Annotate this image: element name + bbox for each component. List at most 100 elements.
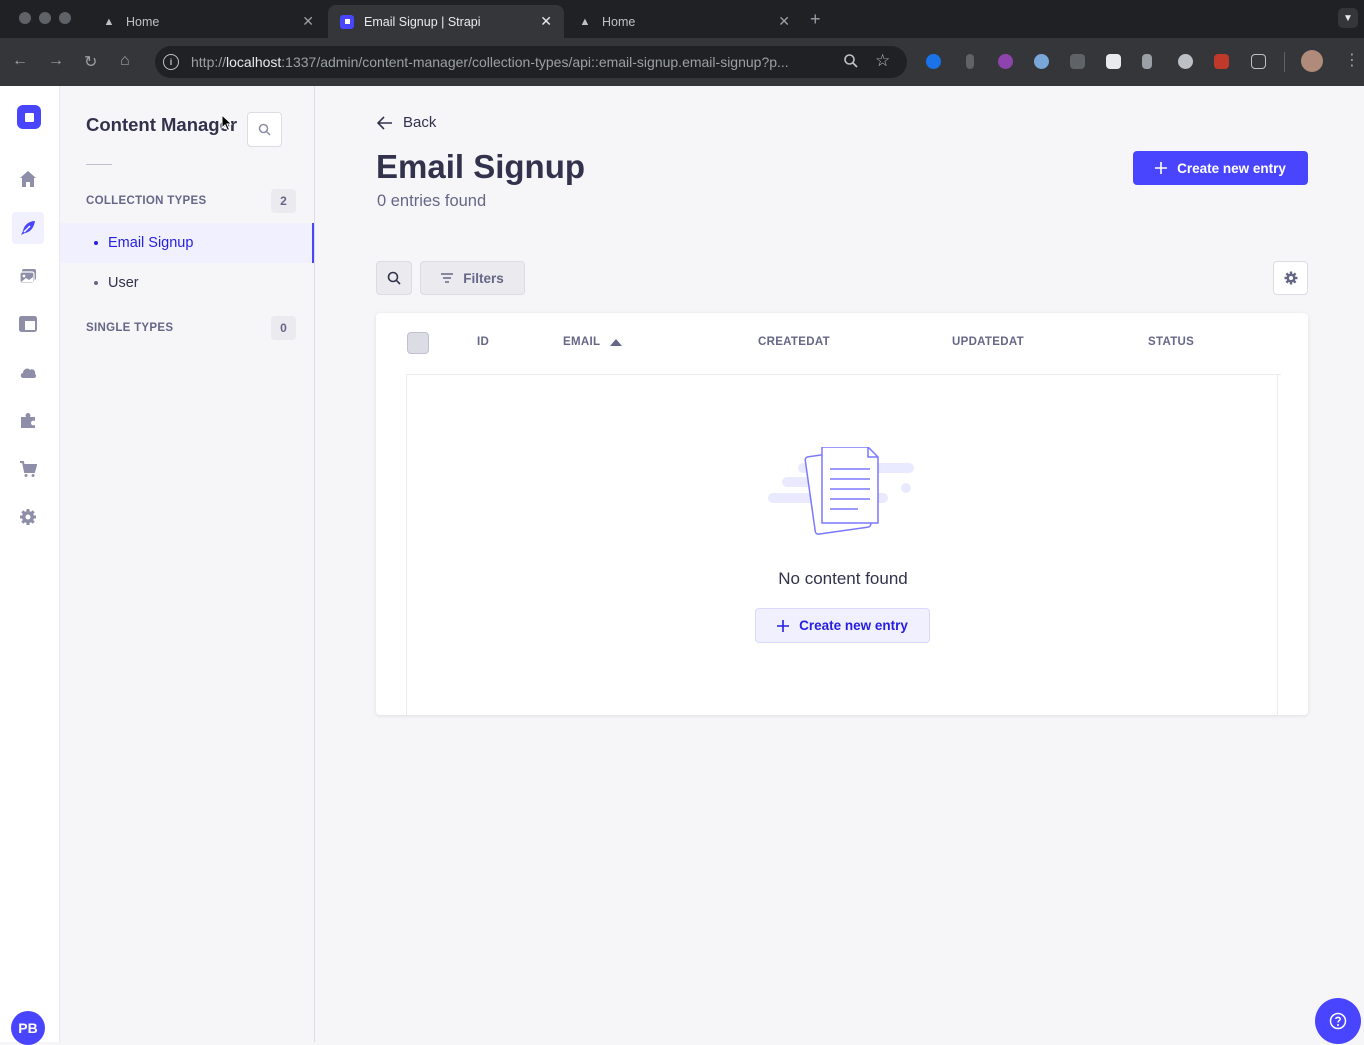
- browser-tab-home-2[interactable]: ▲ Home ✕: [566, 5, 802, 38]
- table-header-row: ID EMAIL CREATEDAT UPDATEDAT STATUS: [406, 313, 1281, 375]
- help-button[interactable]: [1315, 998, 1361, 1044]
- extension-icon[interactable]: [1178, 54, 1193, 69]
- single-types-heading[interactable]: SINGLE TYPES: [86, 322, 173, 334]
- extension-icon[interactable]: [1070, 54, 1085, 69]
- empty-create-label: Create new entry: [799, 618, 908, 633]
- extension-icon[interactable]: [998, 54, 1013, 69]
- tab-title: Home: [126, 14, 160, 29]
- create-label: Create new entry: [1177, 160, 1286, 176]
- column-header-createdat[interactable]: CREATEDAT: [758, 336, 830, 348]
- sort-ascending-icon: [610, 338, 623, 346]
- empty-documents-icon: [768, 447, 914, 535]
- browser-chrome: ▲ Home ✕ Email Signup | Strapi ✕ ▲ Home …: [0, 0, 1364, 86]
- extension-icon[interactable]: [1214, 54, 1229, 69]
- address-bar[interactable]: i http://localhost:1337/admin/content-ma…: [155, 46, 907, 78]
- plus-icon: [1155, 162, 1168, 174]
- tab-search-chevron-icon[interactable]: ▼: [1338, 8, 1358, 28]
- kebab-menu-icon[interactable]: ⋮: [1344, 50, 1360, 70]
- forward-arrow-icon[interactable]: →: [48, 52, 64, 70]
- question-icon: [1329, 1012, 1347, 1030]
- marketplace-cart-icon[interactable]: [12, 453, 44, 485]
- subnav-item-email-signup[interactable]: Email Signup: [60, 223, 314, 263]
- back-link[interactable]: Back: [377, 114, 436, 131]
- zoom-icon[interactable]: [843, 53, 859, 73]
- back-label: Back: [403, 114, 437, 131]
- content-manager-subnav: Content Manager COLLECTION TYPES 2 Email…: [60, 86, 315, 1042]
- subnav-item-label: Email Signup: [108, 235, 194, 251]
- close-tab-icon[interactable]: ✕: [302, 13, 314, 30]
- bullet-dot: [94, 241, 98, 245]
- new-tab-button[interactable]: +: [810, 9, 821, 30]
- cloud-icon[interactable]: [12, 356, 44, 388]
- column-header-id[interactable]: ID: [477, 336, 489, 348]
- collection-types-count-badge: 2: [271, 189, 296, 213]
- table-search-button[interactable]: [376, 261, 412, 295]
- content-manager-icon[interactable]: [12, 212, 44, 244]
- reload-icon[interactable]: ↻: [84, 52, 97, 72]
- collection-types-heading[interactable]: COLLECTION TYPES: [86, 195, 206, 207]
- subnav-search-button[interactable]: [247, 112, 282, 147]
- home-browser-icon[interactable]: ⌂: [120, 52, 130, 70]
- browser-tab-home-1[interactable]: ▲ Home ✕: [90, 5, 326, 38]
- empty-state: No content found Create new entry: [406, 375, 1278, 715]
- minimize-window-button[interactable]: [39, 12, 51, 24]
- subnav-item-user[interactable]: User: [60, 263, 314, 303]
- close-tab-icon[interactable]: ✕: [778, 13, 790, 30]
- tab-strip: ▲ Home ✕ Email Signup | Strapi ✕ ▲ Home …: [0, 0, 1364, 38]
- table-settings-button[interactable]: [1273, 261, 1308, 295]
- back-arrow-icon[interactable]: ←: [12, 52, 28, 70]
- user-avatar[interactable]: PB: [11, 1011, 45, 1045]
- extension-icon[interactable]: [926, 54, 941, 69]
- extension-icon[interactable]: [966, 54, 974, 69]
- close-window-button[interactable]: [19, 12, 31, 24]
- notion-extension-icon[interactable]: [1106, 54, 1121, 69]
- bell-favicon-icon: ▲: [103, 15, 115, 28]
- maximize-window-button[interactable]: [59, 12, 71, 24]
- bullet-dot: [94, 281, 98, 285]
- plus-icon: [777, 619, 790, 632]
- profile-avatar-icon[interactable]: [1301, 50, 1323, 72]
- strapi-admin: PB Content Manager COLLECTION TYPES 2 Em…: [0, 86, 1364, 1045]
- gear-icon: [1284, 271, 1297, 285]
- entries-count: 0 entries found: [377, 192, 487, 210]
- filters-button[interactable]: Filters: [420, 261, 525, 295]
- subnav-item-label: User: [108, 275, 139, 291]
- plugins-icon[interactable]: [12, 404, 44, 436]
- site-info-icon[interactable]: i: [163, 54, 179, 70]
- eyedropper-extension-icon[interactable]: [1142, 54, 1152, 69]
- filter-icon: [441, 273, 454, 283]
- url-text: http://localhost:1337/admin/content-mana…: [191, 54, 789, 70]
- entries-table: ID EMAIL CREATEDAT UPDATEDAT STATUS No c…: [376, 313, 1308, 715]
- column-header-updatedat[interactable]: UPDATEDAT: [952, 336, 1024, 348]
- empty-state-text: No content found: [778, 569, 908, 588]
- tab-title: Email Signup | Strapi: [364, 14, 481, 29]
- page-title: Email Signup: [376, 148, 586, 185]
- filters-label: Filters: [463, 270, 504, 286]
- close-tab-icon[interactable]: ✕: [540, 13, 552, 30]
- empty-create-new-entry-button[interactable]: Create new entry: [755, 608, 930, 643]
- bookmark-star-icon[interactable]: ☆: [875, 51, 890, 71]
- toolbar-divider: [1284, 52, 1285, 72]
- main-nav: PB: [0, 86, 60, 1045]
- select-all-checkbox[interactable]: [407, 332, 429, 354]
- main-content: Back Email Signup 0 entries found Create…: [315, 86, 1364, 1044]
- create-new-entry-button[interactable]: Create new entry: [1133, 151, 1308, 185]
- search-icon: [258, 123, 271, 136]
- bell-favicon-icon: ▲: [579, 15, 591, 28]
- media-library-icon[interactable]: [12, 260, 44, 292]
- strapi-logo[interactable]: [17, 105, 41, 129]
- subnav-divider: [86, 164, 112, 165]
- settings-gear-icon[interactable]: [12, 501, 44, 533]
- tab-title: Home: [602, 14, 636, 29]
- search-icon: [387, 271, 401, 285]
- arrow-left-icon: [377, 115, 392, 130]
- strapi-favicon-icon: [340, 14, 354, 29]
- browser-toolbar: ← → ↻ ⌂ i http://localhost:1337/admin/co…: [0, 38, 1364, 86]
- extension-icon[interactable]: [1034, 54, 1049, 69]
- content-type-builder-icon[interactable]: [12, 308, 44, 340]
- extensions-puzzle-icon[interactable]: [1251, 54, 1266, 69]
- home-icon[interactable]: [12, 163, 44, 195]
- browser-tab-strapi[interactable]: Email Signup | Strapi ✕: [328, 5, 564, 38]
- column-header-email[interactable]: EMAIL: [563, 336, 623, 348]
- column-header-status[interactable]: STATUS: [1148, 336, 1194, 348]
